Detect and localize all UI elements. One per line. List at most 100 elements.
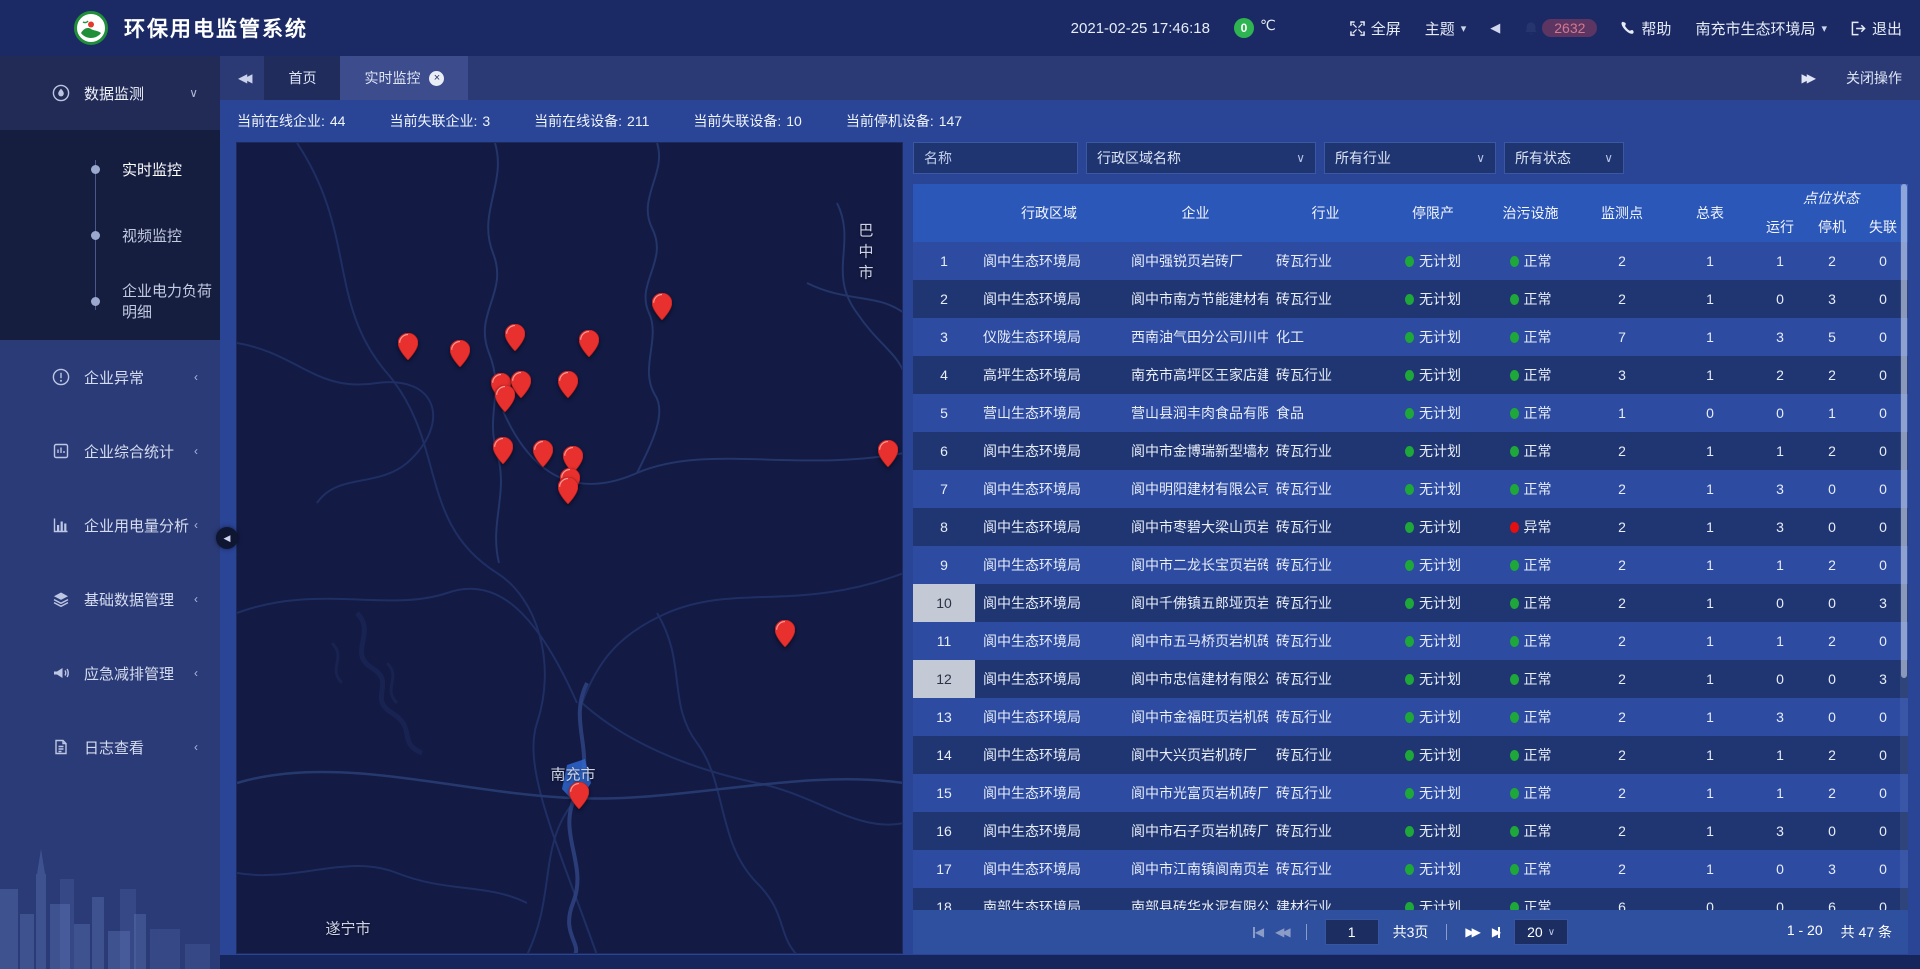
table-row[interactable]: 10 阆中生态环境局 阆中千佛镇五郎垭页岩 砖瓦行业 无计划 正常 2 1 [913,584,1908,622]
table-row[interactable]: 9 阆中生态环境局 阆中市二龙长宝页岩砖 砖瓦行业 无计划 正常 2 1 [913,546,1908,584]
cell-halt: 3 [1806,850,1858,888]
theme-dropdown[interactable]: 主题 ▾ [1425,18,1467,39]
table-row[interactable]: 1 阆中生态环境局 阆中强锐页岩砖厂 砖瓦行业 无计划 正常 2 1 [913,242,1908,280]
close-operations-button[interactable]: 关闭操作 [1846,68,1902,88]
table-row[interactable]: 4 高坪生态环境局 南充市高坪区王家店建 砖瓦行业 无计划 正常 3 1 [913,356,1908,394]
status-counter: 当前停机设备:147 [846,111,962,131]
map-pin-icon[interactable] [558,477,578,509]
cell-run: 1 [1754,622,1806,660]
map-pin-icon[interactable] [569,782,589,814]
col-meter: 总表 [1666,184,1754,242]
status-select[interactable]: 所有状态 ∨ [1504,142,1624,174]
bottom-strip [220,955,1920,969]
table-row[interactable]: 18 南部生态环境局 南部县砖华水泥有限公 建材行业 无计划 正常 6 0 [913,888,1908,910]
notification-area[interactable]: 2632 [1524,19,1597,37]
sidebar-item-log-view[interactable]: 日志查看 ‹ [0,710,220,784]
table-row[interactable]: 2 阆中生态环境局 阆中市南方节能建材有 砖瓦行业 无计划 正常 2 1 [913,280,1908,318]
table-row[interactable]: 11 阆中生态环境局 阆中市五马桥页岩机砖 砖瓦行业 无计划 正常 2 1 [913,622,1908,660]
cell-stop: 无计划 [1383,508,1483,546]
phone-icon [1621,21,1635,35]
row-number: 13 [913,698,975,736]
map-pin-icon[interactable] [775,620,795,652]
map-pin-icon[interactable] [579,330,599,362]
tab-home[interactable]: 首页 [264,56,340,100]
table-row[interactable]: 6 阆中生态环境局 阆中市金博瑞新型墙材 砖瓦行业 无计划 正常 2 1 [913,432,1908,470]
sidebar-item-base-data[interactable]: 基础数据管理 ‹ [0,562,220,636]
cell-run: 0 [1754,888,1806,910]
help-button[interactable]: 帮助 [1621,18,1671,39]
map-pin-icon[interactable] [558,371,578,403]
tabs-scroll-left-button[interactable]: ◀◀ [238,71,248,85]
cell-facility: 正常 [1483,622,1578,660]
cell-company: 阆中市二龙长宝页岩砖 [1123,546,1268,584]
sidebar-item-video-monitoring[interactable]: 视频监控 [0,202,220,268]
org-dropdown[interactable]: 南充市生态环境局 ▾ [1695,18,1827,39]
cell-region: 阆中生态环境局 [975,850,1123,888]
status-dot [1405,484,1414,495]
table-row[interactable]: 3 仪陇生态环境局 西南油气田分公司川中 化工 无计划 正常 7 1 [913,318,1908,356]
sidebar-item-data-monitoring[interactable]: 数据监测 ∨ [0,56,220,130]
total-pages-label: 共3页 [1393,922,1429,942]
prev-page-button[interactable]: ◀◀ [1275,925,1287,939]
table-row[interactable]: 17 阆中生态环境局 阆中市江南镇阆南页岩 砖瓦行业 无计划 正常 2 1 [913,850,1908,888]
tab-realtime-monitoring[interactable]: 实时监控 × [340,56,468,100]
map-pin-icon[interactable] [450,340,470,372]
table-row[interactable]: 8 阆中生态环境局 阆中市枣碧大梁山页岩 砖瓦行业 无计划 异常 2 1 [913,508,1908,546]
sidebar-item-enterprise-anomaly[interactable]: 企业异常 ‹ [0,340,220,414]
table-body: 1 阆中生态环境局 阆中强锐页岩砖厂 砖瓦行业 无计划 正常 2 1 [913,242,1908,910]
cell-region: 阆中生态环境局 [975,622,1123,660]
map-pin-icon[interactable] [505,324,525,356]
cell-stop: 无计划 [1383,470,1483,508]
layers-icon [52,590,70,608]
close-icon[interactable]: × [429,71,444,86]
industry-select[interactable]: 所有行业 ∨ [1324,142,1496,174]
table-scrollbar[interactable] [1900,184,1908,910]
cell-industry: 砖瓦行业 [1268,812,1383,850]
cell-facility: 正常 [1483,850,1578,888]
cell-company: 阆中大兴页岩机砖厂 [1123,736,1268,774]
logout-button[interactable]: 退出 [1851,18,1902,39]
table-row[interactable]: 5 营山生态环境局 营山县润丰肉食品有限 食品 无计划 正常 1 0 [913,394,1908,432]
table-row[interactable]: 13 阆中生态环境局 阆中市金福旺页岩机砖 砖瓦行业 无计划 正常 2 1 [913,698,1908,736]
region-select[interactable]: 行政区域名称 ∨ [1086,142,1316,174]
cell-company: 阆中市五马桥页岩机砖 [1123,622,1268,660]
cell-company: 阆中市金福旺页岩机砖 [1123,698,1268,736]
table-row[interactable]: 7 阆中生态环境局 阆中明阳建材有限公司 砖瓦行业 无计划 正常 2 1 [913,470,1908,508]
name-search-input[interactable] [913,142,1078,174]
map-pin-icon[interactable] [878,440,898,472]
map-pin-icon[interactable] [652,293,672,325]
table-row[interactable]: 15 阆中生态环境局 阆中市光富页岩机砖厂 砖瓦行业 无计划 正常 2 1 [913,774,1908,812]
next-page-button[interactable]: ▶▶ [1465,925,1477,939]
sidebar-item-enterprise-statistics[interactable]: 企业综合统计 ‹ [0,414,220,488]
status-dot [1510,408,1519,419]
cell-company: 阆中强锐页岩砖厂 [1123,242,1268,280]
cell-facility: 正常 [1483,432,1578,470]
app-root: 环保用电监管系统 2021-02-25 17:46:18 0 ℃ 全屏 主题 ▾… [0,0,1920,969]
cell-stop: 无计划 [1383,812,1483,850]
sound-toggle-button[interactable]: ◀ [1490,20,1500,36]
sidebar-item-power-load-detail[interactable]: 企业电力负荷明细 [0,268,220,334]
cell-facility: 正常 [1483,546,1578,584]
fullscreen-button[interactable]: 全屏 [1350,18,1401,39]
map-pin-icon[interactable] [493,437,513,469]
page-number-input[interactable] [1325,919,1379,945]
row-number: 3 [913,318,975,356]
sidebar-collapse-button[interactable]: ◀ [216,527,238,549]
table-row[interactable]: 12 阆中生态环境局 阆中市忠信建材有限公 砖瓦行业 无计划 正常 2 1 [913,660,1908,698]
table-row[interactable]: 16 阆中生态环境局 阆中市石子页岩机砖厂 砖瓦行业 无计划 正常 2 1 [913,812,1908,850]
map-pin-icon[interactable] [398,333,418,365]
sidebar-item-power-analysis[interactable]: 企业用电量分析 ‹ [0,488,220,562]
map-pin-icon[interactable] [495,385,515,417]
page-size-select[interactable]: 20∨ [1514,919,1568,945]
first-page-button[interactable]: ◀ [1253,925,1261,939]
sidebar-item-realtime-monitoring[interactable]: 实时监控 [0,136,220,202]
last-page-button[interactable]: ▶ [1492,925,1500,939]
table-row[interactable]: 14 阆中生态环境局 阆中大兴页岩机砖厂 砖瓦行业 无计划 正常 2 1 [913,736,1908,774]
tabs-scroll-right-button[interactable]: ▶▶ [1802,71,1812,85]
map-canvas[interactable]: 巴中市 南充市 遂宁市 [236,142,903,954]
status-dot [1510,370,1519,381]
scrollbar-thumb[interactable] [1901,184,1907,678]
map-pin-icon[interactable] [533,440,553,472]
sidebar-item-emergency-reduction[interactable]: 应急减排管理 ‹ [0,636,220,710]
status-dot [1510,788,1519,799]
